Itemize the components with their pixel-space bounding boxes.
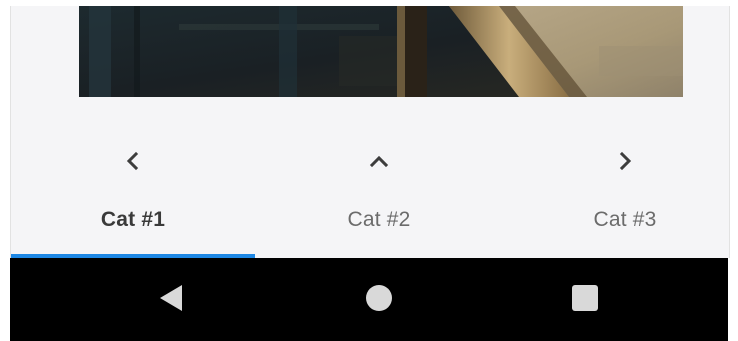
tab-bar: Cat #1 Cat #2 Cat #3 (11, 136, 729, 258)
back-button[interactable] (152, 278, 192, 318)
tab-cat-1[interactable]: Cat #1 (11, 136, 255, 258)
chevron-right-icon (619, 151, 632, 171)
tab-cat-3[interactable]: Cat #3 (503, 136, 738, 254)
tab-label: Cat #2 (347, 208, 411, 231)
home-button[interactable] (359, 278, 399, 318)
tab-cat-2[interactable]: Cat #2 (257, 136, 501, 254)
back-triangle-icon (160, 285, 182, 311)
chevron-up-icon (369, 155, 389, 168)
system-navigation-bar (10, 258, 728, 341)
app-content: Cat #1 Cat #2 Cat #3 (10, 6, 730, 258)
tab-label: Cat #3 (593, 208, 657, 231)
device-screen: Cat #1 Cat #2 Cat #3 (0, 0, 738, 341)
cat-photo (79, 6, 683, 97)
tab-label: Cat #1 (100, 208, 166, 231)
cat-photo-image (79, 6, 683, 97)
recents-button[interactable] (565, 278, 605, 318)
home-circle-icon (366, 285, 392, 311)
chevron-left-icon (126, 151, 139, 171)
recents-square-icon (572, 285, 598, 311)
